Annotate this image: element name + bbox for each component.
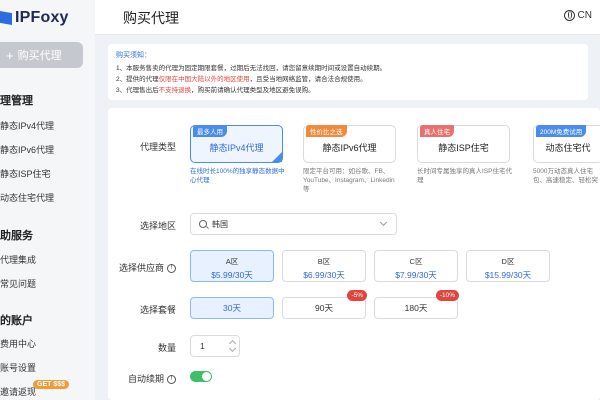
- region-label: 选择地区: [139, 221, 176, 231]
- purchase-notice: 购买须知： 1、本服务售卖的代理为固定期限套餐，过期后无法找回，请您留意续期时间…: [108, 44, 588, 100]
- notice-line-2-highlight: 仅限在中国大陆以外的地区使用: [158, 76, 250, 83]
- proxy-type-label: 代理类型: [139, 142, 176, 152]
- invite-badge: GET $$$: [33, 380, 70, 389]
- auto-renew-toggle[interactable]: [190, 371, 212, 382]
- sidebar: IPFoxy + 购买代理 理管理 静态IPv4代理 静态IPv6代理 静态IS…: [0, 0, 95, 400]
- sidebar-item-static-ipv6[interactable]: 静态IPv6代理: [0, 143, 54, 156]
- language-label: CN: [577, 10, 592, 21]
- region-value: 韩国: [212, 219, 228, 229]
- proxy-type-static-ipv4[interactable]: 最多人用 静态IPv4代理: [190, 125, 283, 163]
- notice-line-2-pre: 2、提供的代理: [116, 76, 159, 83]
- page-title: 购买代理: [123, 10, 179, 26]
- buy-proxy-label: 购买代理: [17, 50, 62, 62]
- logo-text: IPFoxy: [15, 9, 69, 26]
- plus-icon: +: [6, 47, 14, 63]
- proxy-type-desc: 长时间专属独享的真人ISP住宅代理: [417, 168, 512, 184]
- proxy-type-name: 静态IPv6代理: [322, 143, 377, 153]
- proxy-type-tag: 200M免费试用: [536, 125, 587, 137]
- provider-label-text: 选择供应商: [118, 263, 164, 273]
- header: 购买代理 CN: [95, 0, 600, 35]
- notice-line-3-post: ，购买前请确认代理类型及地区避免误购。: [191, 87, 315, 94]
- proxy-type-tag: 真人住宅: [420, 125, 454, 137]
- zone-c[interactable]: C区 $7.99/30天: [374, 250, 458, 282]
- sidebar-item-static-ipv4[interactable]: 静态IPv4代理: [0, 119, 54, 132]
- proxy-type-desc: 在线时长100%的独享静态数据中心代理: [190, 168, 285, 184]
- notice-line-3-pre: 3、代理售出后: [116, 87, 159, 94]
- info-icon[interactable]: !: [167, 375, 176, 385]
- plan-180-days[interactable]: 180天 -10%: [374, 290, 459, 319]
- sidebar-item-faq[interactable]: 常见问题: [0, 277, 36, 290]
- plan-30-days[interactable]: 30天: [190, 297, 274, 319]
- section-proxy-management: 理管理: [0, 95, 33, 107]
- language-switcher[interactable]: CN: [563, 10, 592, 21]
- sidebar-item-static-isp[interactable]: 静态ISP住宅: [0, 167, 51, 180]
- zone-price: $6.99/30天: [303, 270, 345, 280]
- notice-line-3: 3、代理售出后不支持退换，购买前请确认代理类型及地区避免误购。: [116, 84, 315, 94]
- info-icon[interactable]: !: [167, 264, 176, 274]
- sidebar-item-billing[interactable]: 费用中心: [0, 337, 36, 350]
- logo[interactable]: IPFoxy: [0, 8, 69, 28]
- zone-name: D区: [501, 257, 515, 266]
- discount-badge: -5%: [347, 290, 367, 301]
- proxy-type-static-isp[interactable]: 真人住宅 静态ISP住宅: [417, 125, 510, 163]
- decrement-icon[interactable]: [228, 344, 237, 353]
- quantity-label: 数量: [157, 343, 176, 353]
- region-select[interactable]: 韩国: [190, 213, 397, 235]
- zone-name: A区: [225, 257, 239, 266]
- auto-renew-label-text: 自动续期: [127, 374, 164, 384]
- proxy-type-desc: 限定平台可用：如谷歌、FB、YouTube、Instagram、Linkedin…: [303, 168, 395, 193]
- provider-label: 选择供应商!: [96, 261, 176, 274]
- plan-name: 90天: [315, 303, 333, 313]
- proxy-type-tag: 性价比之选: [306, 125, 347, 137]
- zone-d[interactable]: D区 $15.99/30天: [466, 250, 550, 282]
- proxy-type-dynamic-residential[interactable]: 200M免费试用 动态住宅代: [533, 125, 600, 163]
- quantity-stepper[interactable]: 1: [190, 335, 240, 357]
- auto-renew-label: 自动续期!: [96, 372, 176, 385]
- quantity-value: 1: [200, 341, 205, 351]
- plan-90-days[interactable]: 90天 -5%: [282, 290, 367, 319]
- notice-line-1: 1、本服务售卖的代理为固定期限套餐，过期后无法找回，请您留意续期时间或设置自动续…: [116, 65, 387, 72]
- sidebar-item-proxy-integration[interactable]: 代理集成: [0, 253, 36, 266]
- proxy-type-name: 静态ISP住宅: [438, 143, 489, 153]
- search-icon: [199, 220, 207, 228]
- zone-name: B区: [317, 257, 331, 266]
- zone-a[interactable]: A区 $5.99/30天: [190, 250, 274, 282]
- section-help-services: 助服务: [0, 230, 33, 242]
- globe-icon: [563, 10, 575, 21]
- plan-label: 选择套餐: [139, 305, 176, 315]
- purchase-form: 代理类型 最多人用 静态IPv4代理 在线时长100%的独享静态数据中心代理 性…: [108, 108, 600, 400]
- sidebar-item-dynamic-residential[interactable]: 动态住宅代理: [0, 191, 54, 204]
- proxy-type-tag: 最多人用: [193, 125, 227, 137]
- proxy-type-name: 静态IPv4代理: [209, 143, 264, 153]
- notice-line-2: 2、提供的代理仅限在中国大陆以外的地区使用，且受当地网络监管，请合法合规使用。: [116, 73, 367, 83]
- logo-icon: [0, 11, 12, 25]
- zone-price: $7.99/30天: [395, 270, 437, 280]
- chevron-down-icon: [379, 218, 388, 227]
- notice-title: 购买须知：: [116, 52, 151, 59]
- plan-name: 30天: [223, 303, 241, 313]
- plan-name: 180天: [404, 303, 428, 313]
- proxy-type-name: 动态住宅代: [545, 143, 591, 153]
- buy-proxy-button[interactable]: + 购买代理: [0, 42, 83, 68]
- notice-line-3-highlight: 不支持退换: [158, 87, 192, 94]
- proxy-type-static-ipv6[interactable]: 性价比之选 静态IPv6代理: [303, 125, 396, 163]
- section-my-account: 的账户: [0, 315, 33, 327]
- notice-line-2-post: ，且受当地网络监管，请合法合规使用。: [249, 76, 367, 83]
- zone-price: $5.99/30天: [211, 270, 253, 280]
- sidebar-item-account-settings[interactable]: 账号设置: [0, 361, 36, 374]
- discount-badge: -10%: [435, 290, 459, 301]
- zone-name: C区: [409, 257, 423, 266]
- zone-price: $15.99/30天: [484, 270, 532, 280]
- proxy-type-desc: 5000万动态真人住宅包、高速稳定、轻松突: [533, 168, 598, 184]
- sidebar-item-invite[interactable]: 邀请返现: [0, 385, 36, 398]
- zone-b[interactable]: B区 $6.99/30天: [282, 250, 366, 282]
